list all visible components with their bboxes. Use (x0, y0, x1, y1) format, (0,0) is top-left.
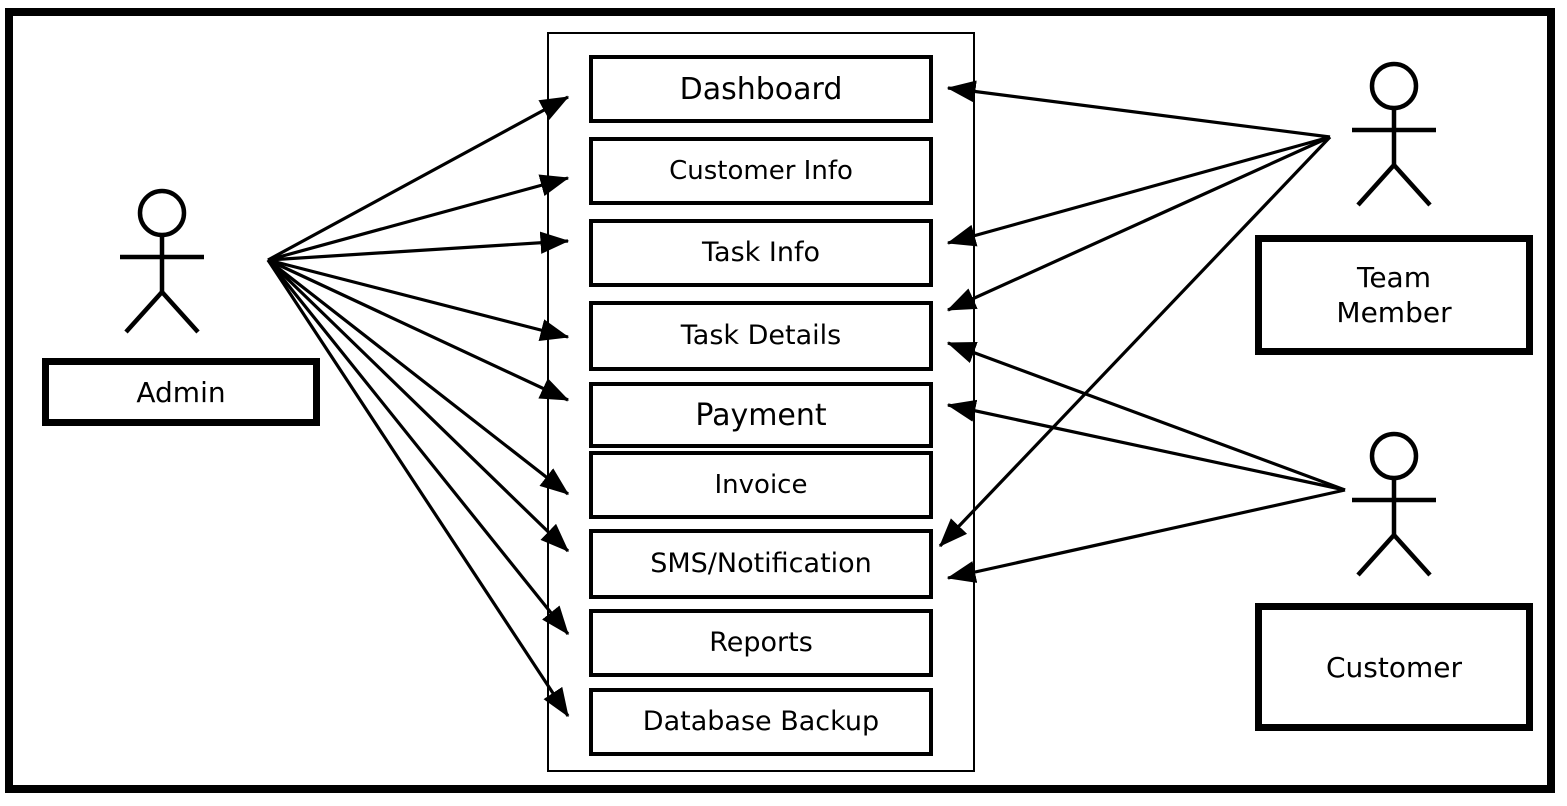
usecase-task-info[interactable]: Task Info (589, 219, 933, 287)
association-arrow (946, 488, 1346, 583)
usecase-label: Dashboard (679, 71, 843, 107)
usecase-label: Database Backup (642, 706, 880, 738)
association-arrow (946, 135, 1331, 247)
actor-label-text: Team Member (1336, 261, 1452, 329)
usecase-invoice[interactable]: Invoice (589, 451, 933, 519)
usecase-task-details[interactable]: Task Details (589, 301, 933, 371)
usecase-reports[interactable]: Reports (589, 609, 933, 677)
usecase-label: Invoice (714, 469, 808, 500)
actor-label-team-member[interactable]: Team Member (1255, 235, 1533, 355)
usecase-label: Reports (709, 627, 813, 659)
usecase-label: Customer Info (669, 155, 853, 186)
admin-stick-figure-icon (120, 188, 204, 334)
actor-label-admin[interactable]: Admin (42, 358, 320, 426)
association-arrow (267, 95, 570, 262)
usecase-label: Task Info (702, 237, 820, 269)
actor-label-customer[interactable]: Customer (1255, 603, 1533, 731)
association-arrow (267, 231, 570, 262)
association-arrow (946, 80, 1331, 139)
usecase-label: SMS/Notification (650, 548, 872, 580)
actor-label-text: Customer (1325, 650, 1462, 684)
usecase-payment[interactable]: Payment (589, 382, 933, 448)
usecase-customer-info[interactable]: Customer Info (589, 137, 933, 205)
use-case-diagram-canvas: Dashboard Customer Info Task Info Task D… (0, 0, 1567, 806)
actor-label-text: Admin (136, 375, 226, 409)
customer-stick-figure-icon (1352, 431, 1436, 577)
association-arrow (266, 258, 570, 636)
usecase-database-backup[interactable]: Database Backup (589, 688, 933, 756)
usecase-sms-notification[interactable]: SMS/Notification (589, 529, 933, 599)
usecase-label: Payment (695, 397, 827, 433)
usecase-label: Task Details (680, 320, 842, 352)
team-member-stick-figure-icon (1352, 61, 1436, 207)
association-arrow (267, 258, 570, 342)
association-arrow (267, 174, 570, 262)
usecase-dashboard[interactable]: Dashboard (589, 55, 933, 123)
